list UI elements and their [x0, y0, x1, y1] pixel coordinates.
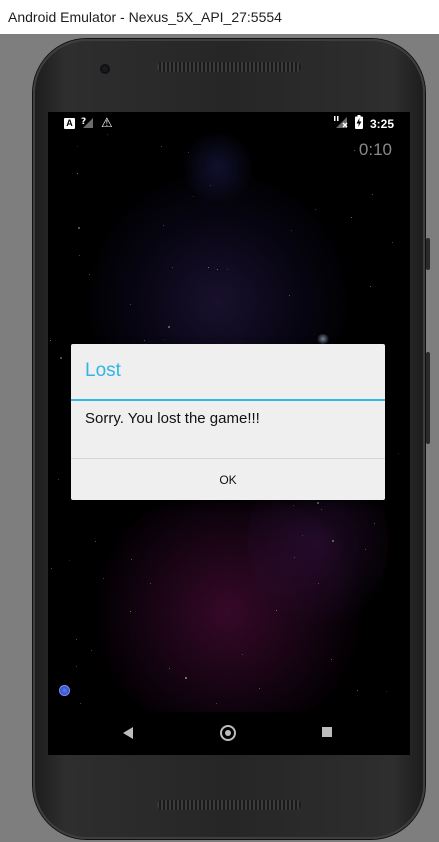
no-signal-icon: ?: [81, 116, 95, 131]
recent-apps-icon[interactable]: [322, 727, 332, 737]
device-screen[interactable]: A ? ⚠ 3:25 0:10 Lost Sorry. You lost the…: [48, 112, 410, 755]
a-icon: A: [64, 117, 75, 129]
bottom-speaker: [157, 800, 301, 810]
navigation-bar: [48, 712, 410, 755]
battery-charging-icon: [354, 115, 363, 132]
dialog-message: Sorry. You lost the game!!!: [85, 410, 260, 427]
power-button[interactable]: [426, 238, 430, 270]
status-bar: A ? ⚠ 3:25: [48, 112, 410, 134]
dialog-title: Lost: [85, 360, 121, 381]
emulator-window-title: Android Emulator - Nexus_5X_API_27:5554: [0, 0, 439, 34]
lost-dialog: Lost Sorry. You lost the game!!! OK: [71, 344, 385, 500]
top-speaker: [157, 62, 301, 72]
game-ball: [59, 685, 70, 696]
svg-text:?: ?: [81, 117, 86, 127]
status-clock: 3:25: [369, 116, 394, 131]
game-timer: 0:10: [358, 140, 392, 159]
dialog-title-divider: [71, 399, 385, 401]
ok-button[interactable]: OK: [71, 459, 385, 500]
warning-icon: ⚠: [101, 115, 113, 130]
home-icon[interactable]: [220, 725, 236, 741]
volume-button[interactable]: [426, 352, 430, 444]
front-camera: [100, 64, 110, 74]
lte-no-signal-icon: [333, 115, 348, 132]
back-icon[interactable]: [123, 727, 133, 739]
